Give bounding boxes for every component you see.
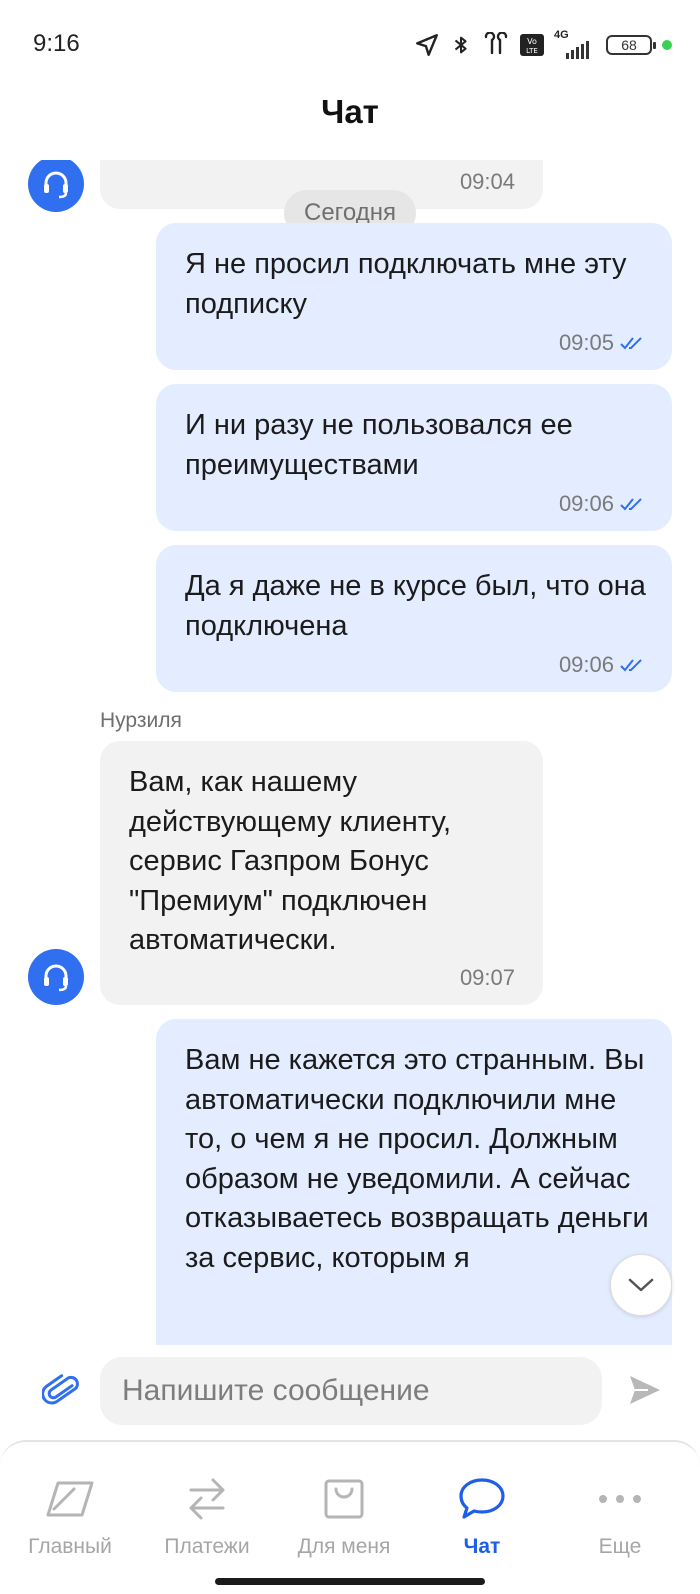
nav-label: Для меня	[297, 1535, 391, 1558]
headset-icon	[44, 964, 68, 992]
status-bar: 9:16 Vo LTE 4G 68	[0, 0, 700, 90]
send-button[interactable]	[622, 1367, 668, 1413]
status-icons: Vo LTE 4G 68	[414, 28, 672, 62]
home-indicator	[215, 1578, 485, 1585]
attach-button[interactable]	[40, 1369, 84, 1413]
operator-avatar	[28, 160, 84, 212]
battery-level: 68	[621, 37, 637, 53]
message-text: Вам не кажется это странным. Вы автомати…	[185, 1044, 649, 1274]
home-card-icon	[40, 1472, 100, 1526]
sender-name: Нурзиля	[100, 709, 182, 732]
nav-item-more[interactable]: Еще	[550, 1442, 690, 1582]
online-dot	[662, 40, 672, 50]
chat-area[interactable]: 09:04 Сегодня Я не просил подключать мне…	[0, 160, 700, 1345]
chat-bubble-icon	[452, 1472, 512, 1526]
message-composer	[0, 1345, 700, 1440]
location-arrow-icon	[416, 34, 438, 56]
battery-icon: 68	[606, 35, 656, 55]
message-bubble-outgoing[interactable]: И ни разу не пользовался ее преимущества…	[156, 384, 672, 531]
nav-item-chat[interactable]: Чат	[412, 1442, 552, 1582]
nav-item-payments[interactable]: Платежи	[137, 1442, 277, 1582]
nav-label: Платежи	[164, 1535, 250, 1558]
message-text: Вам, как нашему действующему клиенту, се…	[129, 766, 452, 956]
scroll-down-button[interactable]	[610, 1254, 672, 1316]
status-time: 9:16	[33, 30, 80, 57]
nav-label: Чат	[463, 1535, 501, 1558]
message-bubble-outgoing[interactable]: Я не просил подключать мне эту подписку …	[156, 223, 672, 370]
bottom-navigation: Главный Платежи Для меня Чат Еще	[0, 1440, 700, 1594]
nav-label: Главный	[28, 1535, 112, 1558]
svg-text:LTE: LTE	[526, 47, 538, 55]
message-time: 09:06	[559, 491, 644, 517]
message-text: Я не просил подключать мне эту подписку	[185, 248, 627, 320]
nav-item-for-me[interactable]: Для меня	[274, 1442, 414, 1582]
message-time: 09:06	[559, 652, 644, 678]
headset-icon	[44, 171, 68, 199]
send-icon	[630, 1376, 660, 1404]
more-dots-icon	[590, 1472, 650, 1526]
page-title: Чат	[321, 93, 379, 130]
nav-label: Еще	[598, 1535, 642, 1558]
message-time: 09:05	[559, 330, 644, 356]
message-text: И ни разу не пользовался ее преимущества…	[185, 409, 573, 481]
message-text: Да я даже не в курсе был, что она подклю…	[185, 570, 646, 642]
chevron-down-icon	[628, 1278, 654, 1292]
svg-text:Vo: Vo	[527, 37, 537, 46]
signal-strength-icon: 4G	[554, 29, 596, 59]
shopping-bag-icon	[314, 1472, 374, 1526]
message-time: 09:04	[459, 169, 515, 194]
message-input[interactable]	[100, 1357, 602, 1425]
message-bubble-incoming[interactable]: Вам, как нашему действующему клиенту, се…	[100, 741, 543, 1005]
earbuds-icon	[484, 32, 508, 55]
transfer-arrows-icon	[177, 1472, 237, 1526]
message-bubble-outgoing[interactable]: Вам не кажется это странным. Вы автомати…	[156, 1019, 672, 1345]
bluetooth-icon	[454, 36, 467, 54]
double-check-icon	[620, 337, 642, 350]
nav-item-home[interactable]: Главный	[0, 1442, 140, 1582]
paperclip-icon	[42, 1374, 79, 1405]
double-check-icon	[620, 659, 642, 672]
message-bubble-outgoing[interactable]: Да я даже не в курсе был, что она подклю…	[156, 545, 672, 692]
volte-icon: VoLTE	[520, 34, 544, 56]
operator-avatar	[28, 949, 84, 1005]
double-check-icon	[620, 498, 642, 511]
message-time: 09:07	[459, 965, 515, 990]
